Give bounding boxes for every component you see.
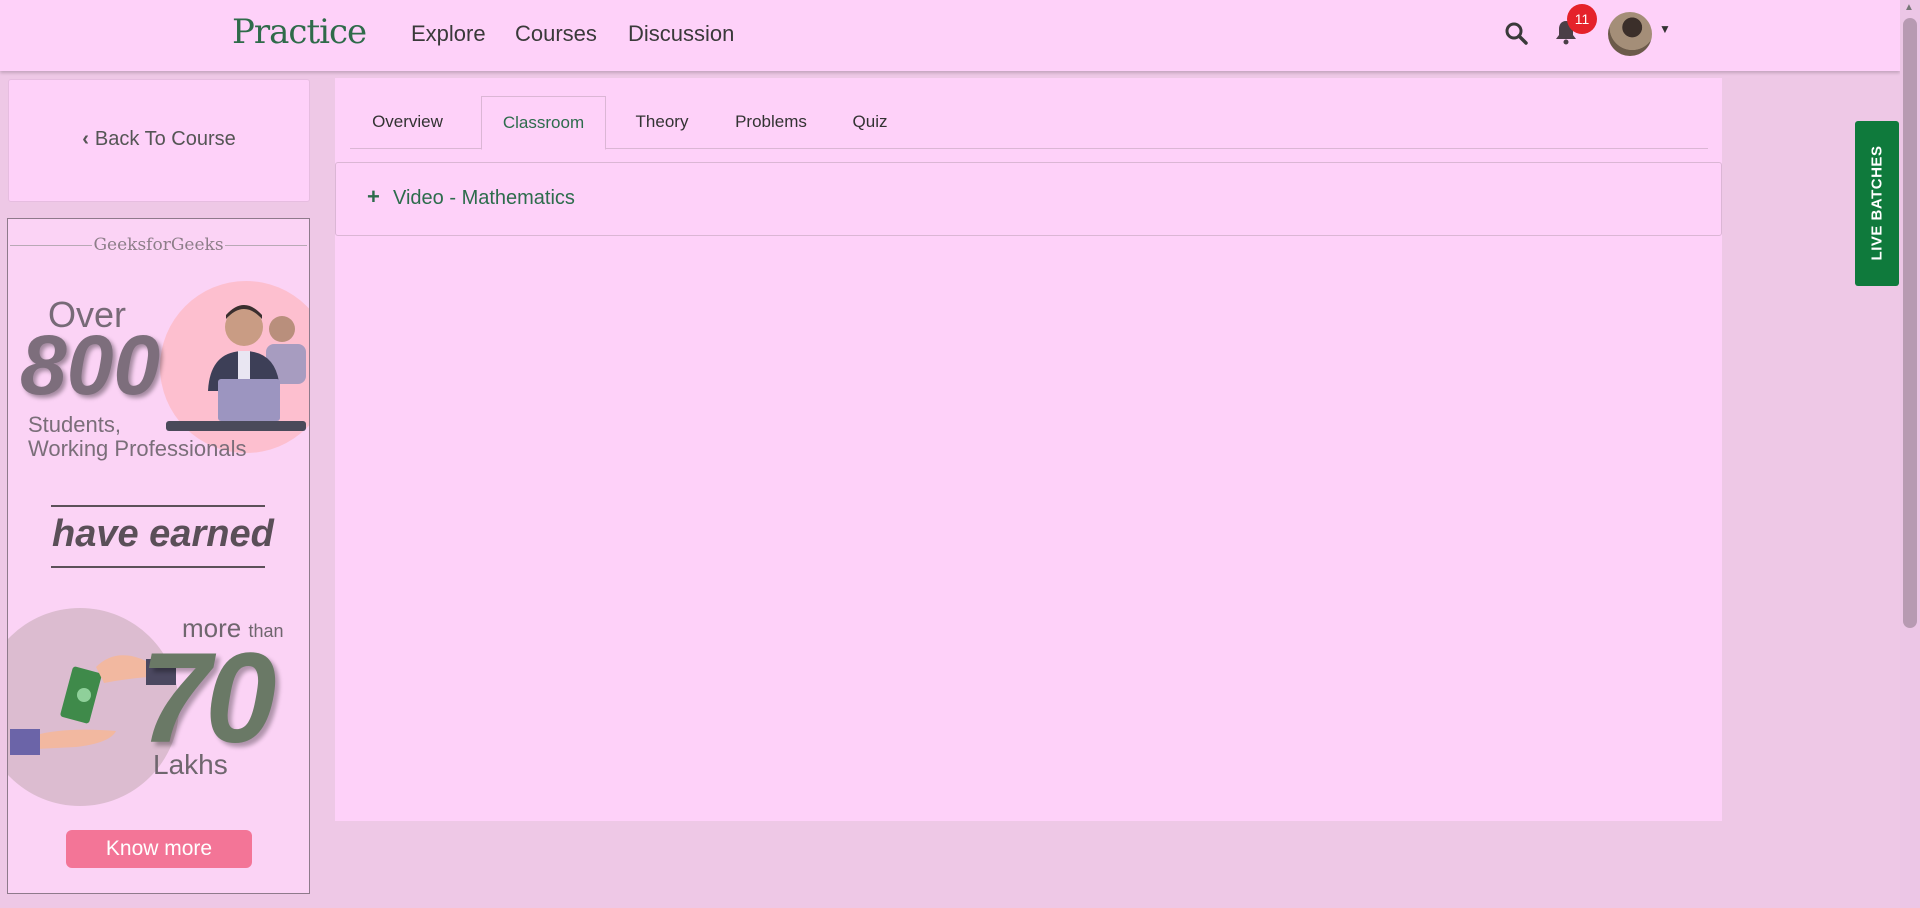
nav-courses[interactable]: Courses <box>515 21 597 47</box>
live-batches-label: LIVE BATCHES <box>1868 145 1886 261</box>
ad-number: 800 <box>20 318 161 412</box>
tab-classroom[interactable]: Classroom <box>481 96 606 150</box>
accordion-label: Video - Mathematics <box>393 187 575 209</box>
back-card: ‹ Back To Course <box>8 79 310 202</box>
advertisement-banner[interactable]: GeeksforGeeks Over 800 Students, Working… <box>7 218 310 894</box>
ad-brand: GeeksforGeeks <box>93 235 224 255</box>
avatar[interactable] <box>1608 12 1652 56</box>
plus-icon: + <box>367 184 380 209</box>
divider <box>51 566 265 568</box>
logo[interactable]: Practice <box>232 12 367 52</box>
ad-students-line2: Working Professionals <box>28 436 247 461</box>
tab-problems[interactable]: Problems <box>717 96 825 148</box>
scrollbar-thumb[interactable] <box>1903 18 1917 628</box>
ad-students-line1: Students, <box>28 412 121 437</box>
tab-quiz[interactable]: Quiz <box>833 96 907 148</box>
live-batches-button[interactable]: LIVE BATCHES <box>1855 121 1899 286</box>
chevron-left-icon: ‹ <box>82 128 89 150</box>
tab-overview[interactable]: Overview <box>352 96 463 148</box>
ad-earned: have earned <box>52 513 274 555</box>
ad-unit: Lakhs <box>153 749 228 780</box>
notification-badge: 11 <box>1567 4 1597 34</box>
top-navbar: Practice Explore Courses Discussion 11 ▼ <box>0 0 1900 71</box>
main-panel: Overview Classroom Theory Problems Quiz … <box>335 78 1722 821</box>
caret-down-icon[interactable]: ▼ <box>1659 22 1671 36</box>
ad-students: Students, Working Professionals <box>28 413 246 461</box>
tab-theory[interactable]: Theory <box>615 96 709 148</box>
nav-explore[interactable]: Explore <box>411 21 486 47</box>
back-label: Back To Course <box>94 128 236 150</box>
search-icon[interactable] <box>1504 21 1528 45</box>
nav-discussion[interactable]: Discussion <box>628 21 734 47</box>
divider <box>51 505 265 507</box>
scroll-up-icon[interactable]: ▲ <box>1904 2 1914 13</box>
know-more-button[interactable]: Know more <box>66 830 252 868</box>
back-to-course-link[interactable]: ‹ Back To Course <box>9 128 309 151</box>
accordion-video-mathematics[interactable]: + Video - Mathematics <box>335 162 1722 236</box>
